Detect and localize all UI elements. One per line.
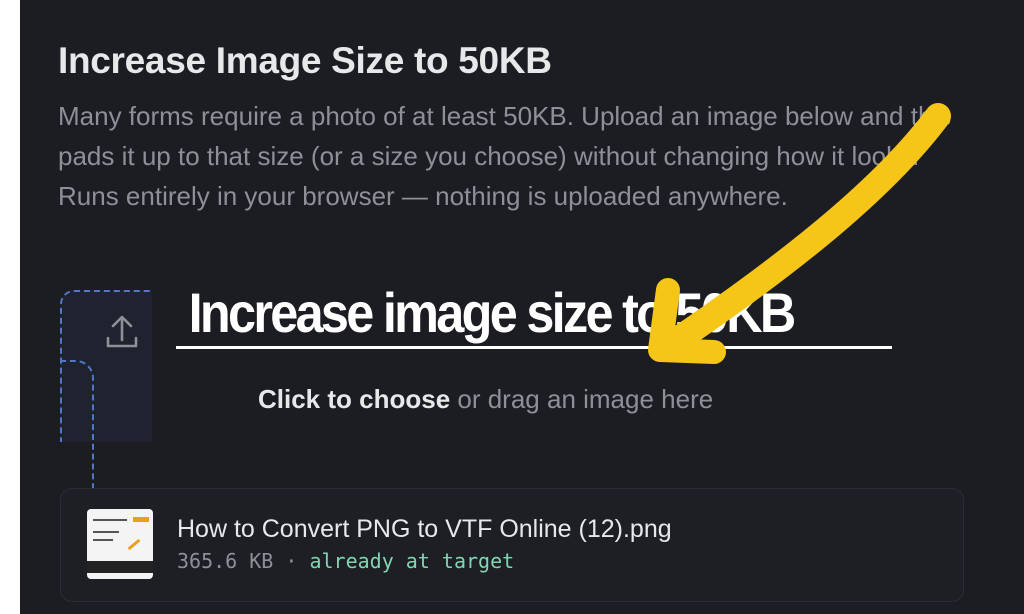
dropzone-text[interactable]: Click to choose or drag an image here xyxy=(258,384,713,415)
file-status: already at target xyxy=(309,549,515,573)
upload-icon[interactable] xyxy=(100,310,144,354)
file-card[interactable]: How to Convert PNG to VTF Online (12).pn… xyxy=(60,488,964,602)
thumbnail-highlight xyxy=(133,517,149,522)
thumbnail-line xyxy=(93,539,113,541)
thumbnail-arrow xyxy=(127,538,141,551)
page-title: Increase Image Size to 50KB xyxy=(58,40,552,81)
overlay-caption: Increase image size to 50KB xyxy=(188,281,797,344)
overlay-underline xyxy=(176,346,892,349)
choose-file-link[interactable]: Click to choose xyxy=(258,384,450,414)
thumbnail-line xyxy=(93,519,127,521)
page-description: Many forms require a photo of at least 5… xyxy=(58,101,952,211)
drag-hint: or drag an image here xyxy=(450,384,714,414)
app-frame: Increase Image Size to 50KB Many forms r… xyxy=(20,0,1024,614)
meta-separator: · xyxy=(273,549,310,573)
file-meta: 365.6 KB · already at target xyxy=(177,549,514,573)
file-name: How to Convert PNG to VTF Online (12).pn… xyxy=(177,515,672,543)
thumbnail-line xyxy=(93,531,119,533)
file-thumbnail xyxy=(87,509,153,579)
file-size: 365.6 KB xyxy=(177,549,274,573)
thumbnail-band xyxy=(87,561,153,573)
